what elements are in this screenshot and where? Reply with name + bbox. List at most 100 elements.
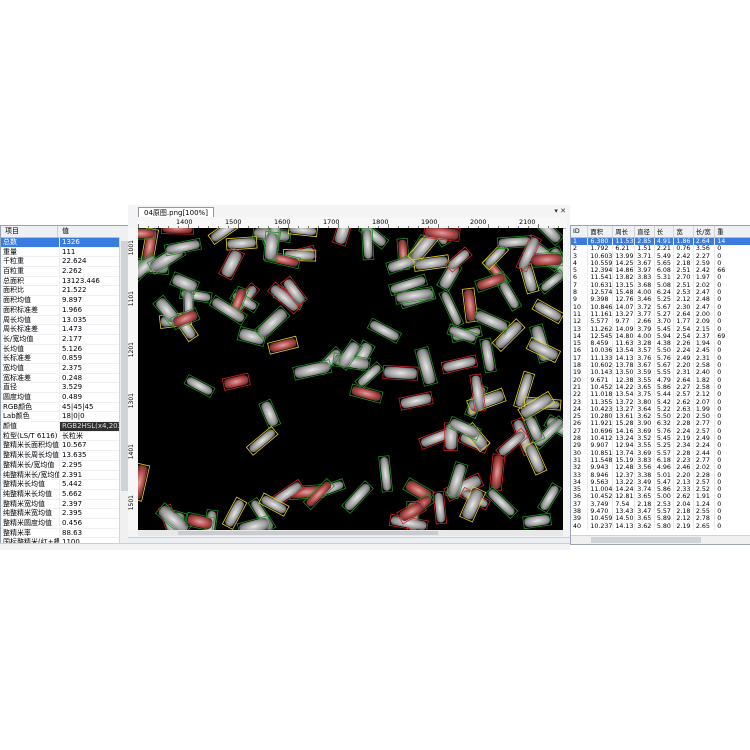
column-header-value[interactable]: 值 [58, 226, 129, 237]
table-row[interactable]: 20 9.671 12.38 3.55 4.79 2.64 1.82 0 [571, 376, 750, 384]
rice-grain[interactable] [537, 268, 563, 295]
statistics-row[interactable]: 整精米长面积均值 10.567 [1, 441, 129, 452]
table-row[interactable]: 27 10.696 14.16 3.69 5.76 2.24 2.57 0 [571, 427, 750, 436]
table-row[interactable]: 37 3.749 7.54 2.18 2.53 2.04 1.24 0 [571, 500, 750, 508]
rice-grain[interactable] [287, 228, 319, 238]
statistics-row[interactable]: 周长均值 13.035 [1, 315, 129, 326]
rice-grain[interactable] [221, 372, 251, 391]
table-row[interactable]: 39 10.459 14.50 3.65 5.89 2.12 2.78 0 [571, 515, 750, 523]
rice-grain[interactable] [398, 391, 434, 411]
rice-grain[interactable] [349, 383, 384, 404]
rice-grain[interactable] [440, 354, 479, 375]
rice-grain[interactable] [414, 345, 438, 387]
column-header[interactable]: 长/宽 [693, 226, 716, 238]
table-row[interactable]: 31 11.548 15.19 3.83 6.18 2.23 2.77 0 [571, 456, 750, 465]
table-row[interactable]: 7 10.631 13.15 3.68 5.08 2.51 2.02 0 [571, 281, 750, 290]
statistics-row[interactable]: 总面积 13123.446 [1, 276, 129, 287]
table-row[interactable]: 1 6.380 11.53 2.85 4.91 1.86 2.64 14 [571, 237, 750, 246]
statistics-row[interactable]: 重量 111 [1, 247, 129, 258]
rice-grain[interactable] [531, 298, 563, 325]
grain-image-canvas[interactable] [138, 228, 563, 530]
statistics-row[interactable]: 宽均值 2.375 [1, 363, 129, 374]
table-row[interactable]: 11 11.161 13.27 3.77 5.27 2.64 2.00 0 [571, 310, 750, 319]
column-header-item[interactable]: 项目 [1, 226, 58, 237]
column-header[interactable]: 面积 [587, 226, 614, 238]
table-row[interactable]: 26 11.921 15.28 3.90 6.32 2.28 2.77 0 [571, 420, 750, 428]
rice-grain[interactable] [161, 228, 195, 235]
rice-grain[interactable] [267, 335, 299, 355]
table-row[interactable]: 30 10.851 13.74 3.69 5.57 2.28 2.44 0 [571, 449, 750, 457]
table-row[interactable]: 28 10.412 13.24 3.52 5.45 2.19 2.49 0 [571, 435, 750, 443]
rice-grain[interactable] [331, 228, 354, 247]
table-row[interactable]: 38 9.470 13.43 3.47 5.57 2.18 2.55 0 [571, 507, 750, 516]
table-row[interactable]: 35 11.004 14.24 3.74 5.86 2.33 2.52 0 [571, 486, 750, 494]
statistics-row[interactable]: 面积比 21.522 [1, 286, 129, 297]
statistics-row[interactable]: 整精米圆度均值 0.456 [1, 518, 129, 529]
rice-grain[interactable] [245, 425, 279, 456]
rice-grain[interactable] [484, 486, 519, 520]
statistics-row[interactable]: 千粒重 22.624 [1, 257, 129, 268]
table-row[interactable]: 4 10.559 14.25 3.67 5.65 2.18 2.59 0 [571, 259, 750, 268]
table-row[interactable]: 12 5.577 9.77 2.66 3.70 1.77 2.09 0 [571, 318, 750, 326]
statistics-row[interactable]: 长/宽均值 2.177 [1, 334, 129, 345]
rice-grain[interactable] [522, 512, 552, 530]
statistics-row[interactable]: 面积均值 9.897 [1, 296, 129, 306]
table-row[interactable]: 24 10.423 13.27 3.64 5.22 2.63 1.99 0 [571, 405, 750, 414]
rice-grain[interactable] [536, 482, 563, 514]
rice-grain[interactable] [378, 455, 394, 493]
table-row[interactable]: 3 10.603 13.99 3.71 5.49 2.42 2.27 0 [571, 252, 750, 260]
rice-grain[interactable] [488, 453, 506, 491]
statistics-row[interactable]: 颜值 RGB2HSL(x4,203... [1, 422, 129, 432]
table-row[interactable]: 36 10.452 12.81 3.65 5.00 2.62 1.91 0 [571, 493, 750, 501]
statistics-row[interactable]: 总数 1326 [1, 238, 129, 248]
rice-grain[interactable] [225, 236, 258, 251]
table-row[interactable]: 29 9.907 12.94 3.55 5.25 2.34 2.24 0 [571, 442, 750, 450]
table-row[interactable]: 19 10.143 13.50 3.59 5.55 2.31 2.40 0 [571, 369, 750, 377]
rice-grain[interactable] [432, 490, 448, 525]
table-row[interactable]: 18 10.602 13.78 3.67 5.67 2.20 2.58 0 [571, 362, 750, 370]
column-header[interactable]: 宽 [673, 226, 694, 238]
table-row[interactable]: 23 11.355 13.72 3.80 5.42 2.62 2.07 0 [571, 398, 750, 406]
statistics-row[interactable]: 粒型(LS/T 6116) 长粒米 [1, 431, 129, 442]
table-row[interactable]: 16 10.036 13.54 3.57 5.50 2.24 2.45 0 [571, 347, 750, 355]
statistics-row[interactable]: 纯整精米长均值 5.662 [1, 489, 129, 500]
statistics-row[interactable]: 整精米长均值 5.442 [1, 480, 129, 490]
rice-grain[interactable] [341, 480, 374, 514]
rice-grain[interactable] [138, 462, 151, 502]
statistics-row[interactable]: 百粒重 2.262 [1, 267, 129, 277]
statistics-row[interactable]: Lab颜色 18|0|0 [1, 412, 129, 423]
rice-grain[interactable] [218, 247, 245, 281]
statistics-row[interactable]: 长标准差 0.859 [1, 354, 129, 364]
table-row[interactable]: 22 11.018 13.54 3.75 5.44 2.57 2.12 0 [571, 391, 750, 399]
rice-grain[interactable] [446, 323, 479, 345]
statistics-row[interactable]: 整精米率 88.63 [1, 528, 129, 539]
table-row[interactable]: 10 10.846 14.07 3.72 5.67 2.30 2.47 0 [571, 303, 750, 311]
table-row[interactable]: 6 11.541 13.82 3.83 5.31 2.70 1.97 0 [571, 274, 750, 282]
table-row[interactable]: 40 10.237 14.13 3.62 5.80 2.19 2.65 0 [571, 522, 750, 530]
statistics-row[interactable]: 宽标准差 0.248 [1, 373, 129, 384]
table-row[interactable]: 14 12.545 14.80 4.00 5.94 2.54 2.37 69 [571, 332, 750, 341]
statistics-row[interactable]: 整精米宽均值 2.397 [1, 499, 129, 510]
statistics-row[interactable]: 圆度均值 0.489 [1, 393, 129, 403]
scrollbar-thumb[interactable] [591, 537, 701, 543]
statistics-row[interactable]: RGB颜色 45|45|45 [1, 402, 129, 413]
table-row[interactable]: 5 12.394 14.86 3.97 6.08 2.51 2.42 66 [571, 267, 750, 275]
table-row[interactable]: 8 12.574 15.48 4.00 6.24 2.53 2.47 0 [571, 289, 750, 297]
column-header[interactable]: 重 [714, 226, 750, 238]
column-header[interactable]: 直径 [634, 226, 655, 238]
horizontal-scrollbar[interactable] [138, 530, 563, 536]
table-row[interactable]: 9 9.398 12.76 3.46 5.25 2.12 2.48 0 [571, 296, 750, 304]
rice-grain[interactable] [522, 441, 548, 476]
table-row[interactable]: 21 10.452 14.22 3.65 5.86 2.27 2.58 0 [571, 383, 750, 392]
rice-grain[interactable] [366, 317, 403, 344]
table-row[interactable]: 32 9.943 12.48 3.56 4.96 2.46 2.02 0 [571, 464, 750, 472]
horizontal-scrollbar[interactable] [571, 535, 750, 544]
statistics-row[interactable]: 整精米长/宽均值 2.295 [1, 460, 129, 471]
statistics-row[interactable]: 长均值 5.126 [1, 344, 129, 355]
column-header[interactable]: 长 [654, 226, 675, 238]
rice-grain[interactable] [258, 398, 282, 430]
statistics-row[interactable]: 纯整精米宽均值 2.395 [1, 509, 129, 519]
table-row[interactable]: 33 8.946 12.37 3.38 5.01 2.20 2.28 0 [571, 471, 750, 479]
scrollbar-thumb[interactable] [121, 241, 128, 491]
statistics-row[interactable]: 纯整精米长/宽均值 2.391 [1, 470, 129, 481]
